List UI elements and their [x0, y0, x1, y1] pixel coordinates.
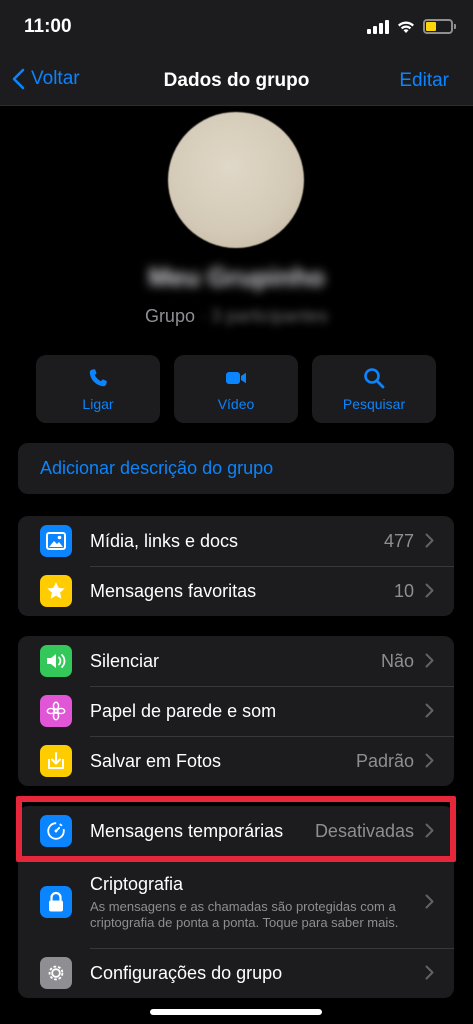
timer-icon [40, 815, 72, 847]
signal-icon [367, 19, 389, 34]
row-label: Configurações do grupo [90, 962, 283, 983]
settings-card: Silenciar Não Papel de parede e som Salv… [18, 636, 454, 786]
chevron-right-icon [425, 753, 434, 768]
group-subtitle: Grupo · 3 participantes [0, 306, 473, 327]
chevron-right-icon [425, 703, 434, 718]
row-mute[interactable]: Silenciar Não [18, 636, 454, 686]
group-participants: · 3 participantes [199, 306, 329, 326]
search-icon [364, 368, 385, 389]
privacy-card: Mensagens temporárias Desativadas Cripto… [18, 806, 454, 998]
row-wallpaper-sound[interactable]: Papel de parede e som [18, 686, 454, 736]
row-disappearing-messages[interactable]: Mensagens temporárias Desativadas [18, 806, 454, 856]
row-description: As mensagens e as chamadas são protegida… [90, 898, 399, 930]
nav-bar: Voltar Dados do grupo Editar [0, 58, 473, 106]
wifi-icon [398, 21, 414, 33]
row-value: Desativadas [314, 820, 414, 841]
status-time: 11:00 [24, 16, 72, 37]
call-label: Ligar [82, 396, 114, 412]
gear-icon [40, 957, 72, 989]
chevron-right-icon [425, 823, 434, 838]
description-card: Adicionar descrição do grupo [18, 443, 454, 494]
star-icon [40, 575, 72, 607]
row-label: Criptografia [90, 873, 184, 894]
status-bar: 11:00 [0, 0, 473, 58]
group-avatar[interactable] [168, 112, 304, 248]
row-starred-messages[interactable]: Mensagens favoritas 10 [18, 566, 454, 616]
row-value: 477 [383, 530, 414, 551]
video-label: Vídeo [217, 396, 255, 412]
status-icons [367, 19, 456, 34]
row-label: Silenciar [90, 650, 160, 671]
call-button[interactable]: Ligar [36, 355, 160, 423]
edit-button[interactable]: Editar [399, 70, 449, 92]
row-label: Mídia, links e docs [90, 530, 239, 551]
photo-icon [40, 525, 72, 557]
chevron-right-icon [425, 533, 434, 548]
row-group-settings[interactable]: Configurações do grupo [18, 948, 454, 998]
video-camera-icon [226, 372, 246, 384]
encryption-text: Criptografia As mensagens e as chamadas … [90, 874, 430, 931]
chevron-right-icon [425, 894, 434, 909]
row-label: Salvar em Fotos [90, 750, 222, 771]
row-value: 10 [393, 580, 414, 601]
row-label: Mensagens favoritas [90, 580, 257, 601]
group-name: Meu Grupinho [148, 262, 325, 292]
chevron-right-icon [425, 653, 434, 668]
search-label: Pesquisar [342, 396, 406, 412]
chevron-right-icon [425, 583, 434, 598]
flower-icon [40, 695, 72, 727]
speaker-icon [40, 645, 72, 677]
download-icon [40, 745, 72, 777]
group-type-label: Grupo [144, 306, 195, 326]
search-button[interactable]: Pesquisar [312, 355, 436, 423]
row-media-links-docs[interactable]: Mídia, links e docs 477 [18, 516, 454, 566]
phone-icon [89, 369, 107, 387]
row-value: Não [380, 650, 414, 671]
row-value: Padrão [355, 750, 414, 771]
chevron-right-icon [425, 965, 434, 980]
row-label: Papel de parede e som [90, 700, 277, 721]
battery-icon [423, 19, 456, 34]
video-button[interactable]: Vídeo [174, 355, 298, 423]
lock-icon [40, 886, 72, 918]
row-encryption[interactable]: Criptografia As mensagens e as chamadas … [18, 856, 454, 948]
media-card: Mídia, links e docs 477 Mensagens favori… [18, 516, 454, 616]
row-save-to-photos[interactable]: Salvar em Fotos Padrão [18, 736, 454, 786]
home-indicator[interactable] [150, 1009, 322, 1015]
row-label: Mensagens temporárias [90, 820, 284, 841]
add-description-link[interactable]: Adicionar descrição do grupo [18, 443, 454, 494]
